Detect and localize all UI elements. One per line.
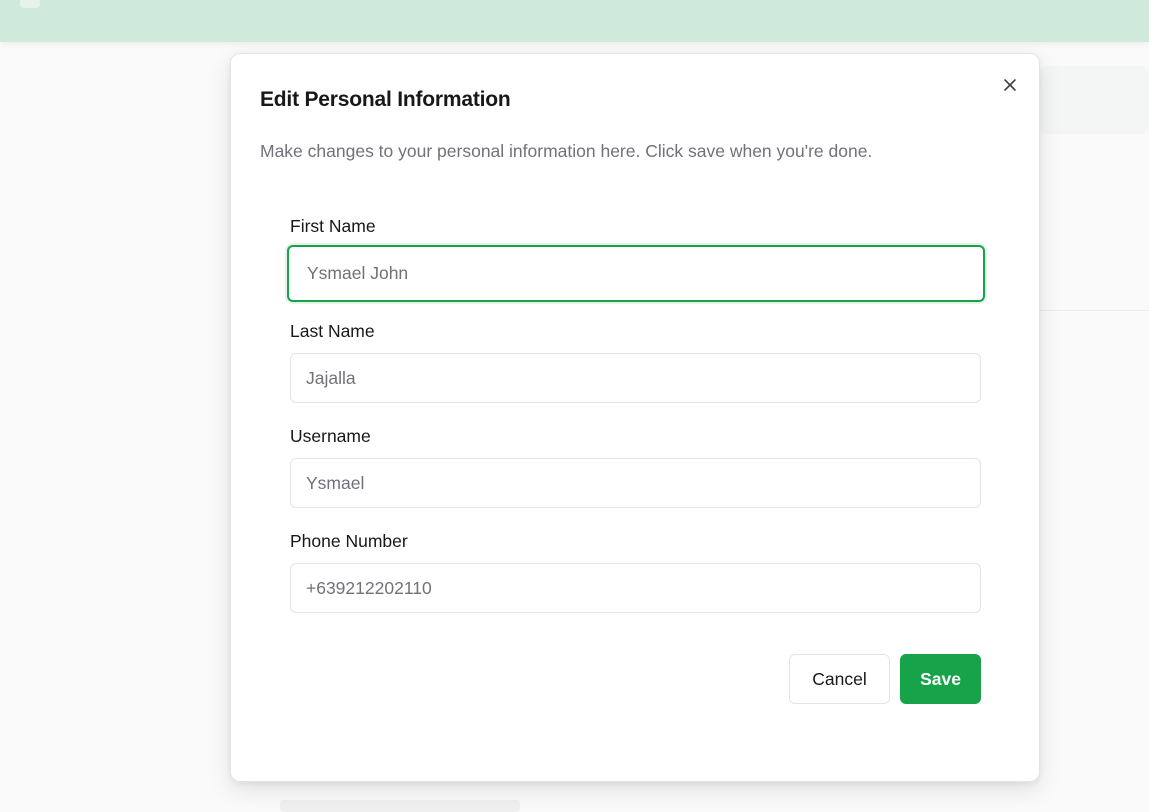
dialog-description: Make changes to your personal informatio… — [260, 141, 873, 161]
top-navigation-bar — [0, 0, 1149, 42]
phone-number-input[interactable] — [290, 563, 981, 613]
username-label: Username — [290, 426, 371, 446]
background-divider — [1040, 310, 1149, 311]
close-icon — [1004, 79, 1016, 91]
background-panel — [1040, 66, 1149, 134]
last-name-input[interactable] — [290, 353, 981, 403]
last-name-label: Last Name — [290, 321, 375, 341]
edit-personal-info-dialog: Edit Personal Information Make changes t… — [230, 53, 1040, 782]
dialog-title: Edit Personal Information — [260, 88, 511, 111]
background-text — [280, 800, 520, 812]
logo — [20, 0, 40, 8]
cancel-button[interactable]: Cancel — [789, 654, 890, 704]
username-input[interactable] — [290, 458, 981, 508]
phone-number-label: Phone Number — [290, 531, 408, 551]
save-button[interactable]: Save — [900, 654, 981, 704]
close-button[interactable] — [999, 74, 1021, 96]
first-name-input[interactable] — [287, 245, 985, 302]
first-name-label: First Name — [290, 216, 376, 236]
